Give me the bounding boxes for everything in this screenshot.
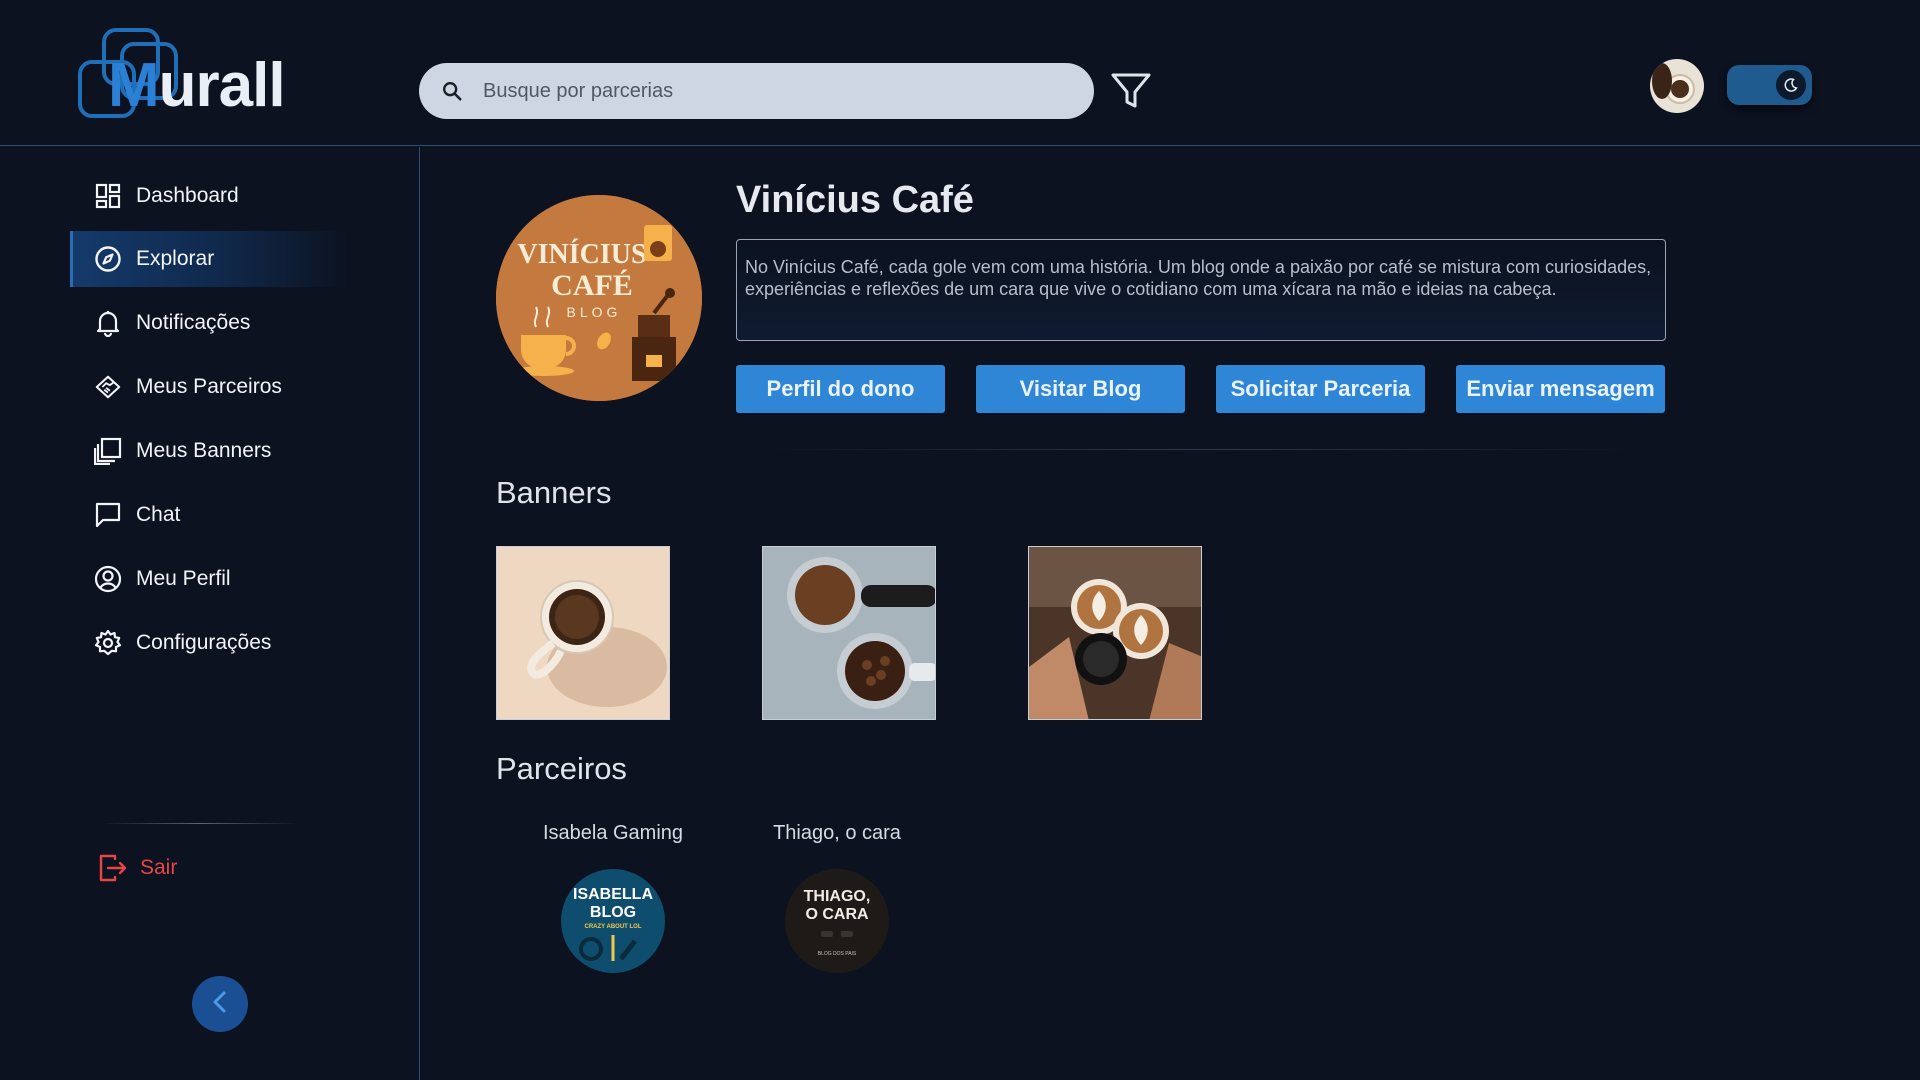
svg-text:BLOG: BLOG xyxy=(590,904,636,921)
sidebar-item-chat[interactable]: Chat xyxy=(70,487,350,543)
profile-name: Vinícius Café xyxy=(736,179,974,221)
banners-icon xyxy=(94,437,122,465)
search-icon xyxy=(441,80,471,102)
chat-icon xyxy=(94,501,122,529)
handshake-icon xyxy=(94,373,122,401)
sidebar-divider xyxy=(100,823,300,824)
svg-text:BLOG: BLOG xyxy=(567,304,622,320)
partner-isabela-gaming[interactable]: Isabela Gaming ISABELLA BLOG CRAZY ABOUT… xyxy=(518,822,708,973)
sidebar-item-label: Meus Parceiros xyxy=(136,375,282,398)
sidebar-item-label: Meu Perfil xyxy=(136,567,231,590)
theme-toggle[interactable] xyxy=(1727,65,1812,105)
sidebar-item-explorar[interactable]: Explorar xyxy=(70,231,350,287)
profile-description: No Vinícius Café, cada gole vem com uma … xyxy=(736,239,1666,341)
logout-label: Sair xyxy=(140,856,178,879)
banner-coffee-mug[interactable] xyxy=(496,546,670,720)
banner-coffee-grounds[interactable] xyxy=(762,546,936,720)
filter-icon[interactable] xyxy=(1109,70,1153,112)
banners-title: Banners xyxy=(496,475,612,510)
sidebar-item-label: Configurações xyxy=(136,631,272,654)
moon-icon xyxy=(1776,70,1806,100)
sidebar-item-notificacoes[interactable]: Notificações xyxy=(70,295,350,351)
user-circle-icon xyxy=(94,565,122,593)
svg-text:VINÍCIUS: VINÍCIUS xyxy=(517,239,646,270)
chevron-left-icon xyxy=(210,990,230,1019)
top-bar: Murall xyxy=(0,0,1920,146)
partner-thiago-o-cara[interactable]: Thiago, o cara THIAGO, O CARA BLOG DOS P… xyxy=(742,822,932,973)
svg-text:ISABELLA: ISABELLA xyxy=(573,886,653,903)
partner-logo: ISABELLA BLOG CRAZY ABOUT LOL xyxy=(561,869,665,973)
partner-name: Isabela Gaming xyxy=(542,822,684,844)
sidebar-item-label: Chat xyxy=(136,503,181,526)
search-bar[interactable] xyxy=(419,63,1094,119)
banner-latte-toast[interactable] xyxy=(1028,546,1202,720)
partner-logo: THIAGO, O CARA BLOG DOS PAIS xyxy=(785,869,889,973)
partners-title: Parceiros xyxy=(496,751,627,786)
sidebar-item-label: Dashboard xyxy=(136,184,239,207)
sidebar-item-meu-perfil[interactable]: Meu Perfil xyxy=(70,551,350,607)
partner-name: Thiago, o cara xyxy=(773,822,901,844)
svg-text:BLOG DOS PAIS: BLOG DOS PAIS xyxy=(818,951,857,957)
sidebar-item-label: Meus Banners xyxy=(136,439,272,462)
sidebar-item-configuracoes[interactable]: Configurações xyxy=(70,615,350,671)
compass-icon xyxy=(94,245,122,273)
user-avatar[interactable] xyxy=(1650,59,1704,113)
sidebar-item-label: Explorar xyxy=(136,247,215,270)
svg-text:CRAZY ABOUT LOL: CRAZY ABOUT LOL xyxy=(585,924,642,930)
sidebar: Dashboard Explorar Notificações Meus Par… xyxy=(0,147,420,1080)
profile-logo: VINÍCIUS CAFÉ BLOG xyxy=(496,195,702,401)
sidebar-item-dashboard[interactable]: Dashboard xyxy=(70,168,350,224)
search-input[interactable] xyxy=(483,79,1043,103)
svg-text:O CARA: O CARA xyxy=(805,906,869,923)
logout-icon xyxy=(98,853,128,883)
collapse-sidebar-button[interactable] xyxy=(192,976,248,1032)
section-divider xyxy=(761,449,1641,450)
svg-text:THIAGO,: THIAGO, xyxy=(804,888,871,905)
sidebar-item-meus-parceiros[interactable]: Meus Parceiros xyxy=(70,359,350,415)
gear-icon xyxy=(94,629,122,657)
owner-profile-button[interactable]: Perfil do dono xyxy=(736,365,945,413)
sidebar-item-label: Notificações xyxy=(136,311,251,334)
dashboard-icon xyxy=(94,182,122,210)
sidebar-item-meus-banners[interactable]: Meus Banners xyxy=(70,423,350,479)
logo-text: Murall xyxy=(108,51,286,120)
logout-button[interactable]: Sair xyxy=(98,851,177,885)
send-message-button[interactable]: Enviar mensagem xyxy=(1456,365,1665,413)
request-partnership-button[interactable]: Solicitar Parceria xyxy=(1216,365,1425,413)
murall-logo[interactable]: Murall xyxy=(78,22,288,122)
svg-text:CAFÉ: CAFÉ xyxy=(551,269,633,302)
visit-blog-button[interactable]: Visitar Blog xyxy=(976,365,1185,413)
bell-icon xyxy=(94,309,122,337)
